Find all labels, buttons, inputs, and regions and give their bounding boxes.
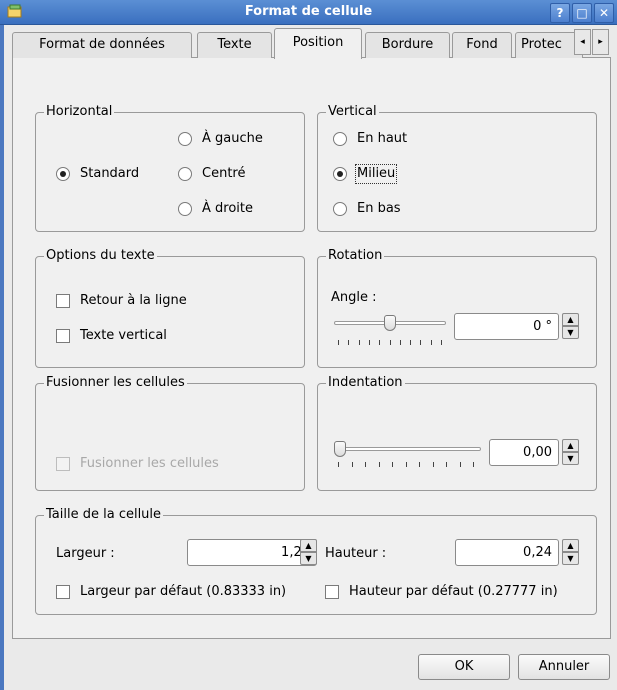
indentation-group: Indentation <box>317 375 597 491</box>
spin-down-icon[interactable]: ▼ <box>562 326 579 339</box>
indent-spinner[interactable]: ▲ ▼ <box>562 439 579 466</box>
slider-tick <box>400 340 401 345</box>
rotation-group-title: Rotation <box>326 248 385 264</box>
cell-size-group-title: Taille de la cellule <box>44 507 164 523</box>
slider-tick <box>392 462 393 467</box>
radio-a-droite[interactable] <box>178 202 192 216</box>
indent-slider-handle[interactable] <box>334 441 346 457</box>
title-bar: Format de cellule ? □ ✕ <box>0 0 617 25</box>
default-height-label: Hauteur par défaut (0.27777 in) <box>349 584 558 599</box>
ok-button[interactable]: OK <box>418 654 510 680</box>
slider-tick <box>473 462 474 467</box>
window-title: Format de cellule <box>244 4 373 19</box>
rotation-group: Rotation <box>317 248 597 368</box>
radio-a-droite-label: À droite <box>202 201 253 216</box>
slider-tick <box>338 340 339 345</box>
horizontal-group-title: Horizontal <box>44 104 115 120</box>
vertical-group-title: Vertical <box>326 104 379 120</box>
height-label: Hauteur : <box>325 546 387 561</box>
tab-scroll-left-icon[interactable]: ◂ <box>574 29 591 55</box>
angle-spinner[interactable]: ▲ ▼ <box>562 313 579 340</box>
indent-slider-track <box>334 447 481 451</box>
slider-tick <box>352 462 353 467</box>
slider-tick <box>365 462 366 467</box>
tab-protection[interactable]: Protec <box>515 32 583 58</box>
slider-tick <box>406 462 407 467</box>
text-options-group-title: Options du texte <box>44 248 157 264</box>
slider-tick <box>420 340 421 345</box>
merge-group: Fusionner les cellules <box>35 375 305 491</box>
slider-tick <box>441 340 442 345</box>
spin-down-icon[interactable]: ▼ <box>300 552 317 565</box>
radio-standard-label: Standard <box>80 166 140 181</box>
slider-tick <box>431 340 432 345</box>
wrap-text-label: Retour à la ligne <box>80 293 187 308</box>
radio-standard[interactable] <box>56 167 70 181</box>
spin-up-icon[interactable]: ▲ <box>300 539 317 552</box>
cancel-button[interactable]: Annuler <box>518 654 610 680</box>
radio-centre-label: Centré <box>202 166 246 181</box>
radio-a-gauche[interactable] <box>178 132 192 146</box>
spin-down-icon[interactable]: ▼ <box>562 552 579 565</box>
merge-group-title: Fusionner les cellules <box>44 375 187 391</box>
tab-fond[interactable]: Fond <box>452 32 512 58</box>
tab-texte[interactable]: Texte <box>197 32 272 58</box>
wrap-text-checkbox[interactable] <box>56 294 70 308</box>
radio-centre[interactable] <box>178 167 192 181</box>
tab-format-de-donnees[interactable]: Format de données <box>12 32 192 58</box>
slider-tick <box>390 340 391 345</box>
slider-tick <box>446 462 447 467</box>
slider-tick <box>338 462 339 467</box>
radio-milieu[interactable] <box>333 167 347 181</box>
slider-tick <box>433 462 434 467</box>
horizontal-group: Horizontal <box>35 104 305 232</box>
tab-scroll-right-icon[interactable]: ▸ <box>592 29 609 55</box>
width-label: Largeur : <box>56 546 115 561</box>
slider-tick <box>379 462 380 467</box>
help-button[interactable]: ? <box>550 3 570 23</box>
angle-label: Angle : <box>331 290 377 305</box>
tab-bordure[interactable]: Bordure <box>365 32 450 58</box>
close-button[interactable]: ✕ <box>594 3 614 23</box>
radio-a-gauche-label: À gauche <box>202 131 263 146</box>
radio-en-haut[interactable] <box>333 132 347 146</box>
default-height-checkbox[interactable] <box>325 585 339 599</box>
slider-tick <box>369 340 370 345</box>
rotation-slider-handle[interactable] <box>384 315 396 331</box>
slider-tick <box>419 462 420 467</box>
slider-tick <box>359 340 360 345</box>
merge-cells-label: Fusionner les cellules <box>80 456 219 471</box>
indent-input[interactable]: 0,00 <box>489 439 559 466</box>
height-spinner[interactable]: ▲ ▼ <box>562 539 579 566</box>
angle-input[interactable]: 0 ° <box>454 313 559 340</box>
maximize-button[interactable]: □ <box>572 3 592 23</box>
spin-up-icon[interactable]: ▲ <box>562 539 579 552</box>
vertical-text-label: Texte vertical <box>80 328 167 343</box>
vertical-text-checkbox[interactable] <box>56 329 70 343</box>
indentation-group-title: Indentation <box>326 375 405 391</box>
default-width-checkbox[interactable] <box>56 585 70 599</box>
radio-en-bas-label: En bas <box>357 201 401 216</box>
width-input[interactable]: 1,27 <box>187 539 317 566</box>
default-width-label: Largeur par défaut (0.83333 in) <box>80 584 287 599</box>
merge-cells-checkbox[interactable] <box>56 457 70 471</box>
slider-tick <box>410 340 411 345</box>
radio-en-haut-label: En haut <box>357 131 408 146</box>
slider-tick <box>379 340 380 345</box>
radio-milieu-label: Milieu <box>354 164 398 184</box>
spin-up-icon[interactable]: ▲ <box>562 439 579 452</box>
spin-down-icon[interactable]: ▼ <box>562 452 579 465</box>
tab-position[interactable]: Position <box>274 28 362 59</box>
indent-slider-ticks <box>338 462 474 468</box>
slider-tick <box>460 462 461 467</box>
height-input[interactable]: 0,24 <box>455 539 559 566</box>
rotation-slider-ticks <box>338 340 442 346</box>
width-spinner[interactable]: ▲ ▼ <box>300 539 317 566</box>
slider-tick <box>348 340 349 345</box>
spin-up-icon[interactable]: ▲ <box>562 313 579 326</box>
radio-en-bas[interactable] <box>333 202 347 216</box>
text-options-group: Options du texte <box>35 248 305 368</box>
